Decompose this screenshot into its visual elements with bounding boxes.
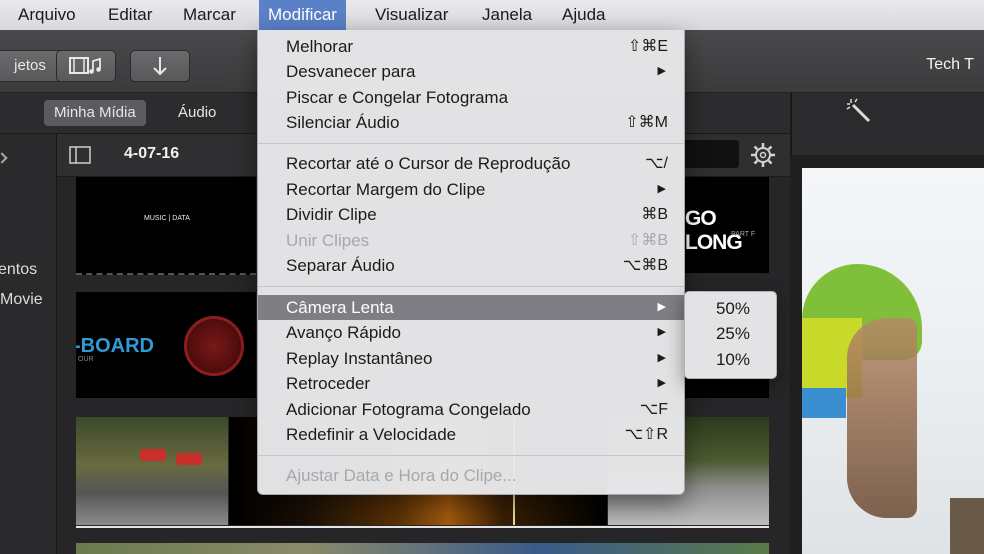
submenu-arrow-icon: ▶	[657, 301, 666, 313]
menu-separator	[258, 455, 684, 456]
video-viewer	[802, 168, 984, 554]
menu-item-ajustar-data-hora: Ajustar Data e Hora do Clipe...	[286, 466, 517, 485]
menu-item-avanco-rapido[interactable]: Avanço Rápido ▶	[258, 320, 684, 345]
menu-item-redefinir-velocidade[interactable]: Redefinir a Velocidade ⌥⇧R	[258, 422, 684, 447]
submenu-item-50[interactable]: 50%	[685, 296, 776, 321]
chevron-icon[interactable]	[0, 152, 8, 164]
film-music-icon	[69, 57, 101, 74]
clip-thumbnail[interactable]	[76, 417, 228, 525]
menu-bar: Arquivo Editar Marcar Modificar Visualiz…	[0, 0, 984, 31]
spectator	[950, 498, 984, 554]
submenu-arrow-icon: ▶	[657, 352, 666, 364]
clip-thumbnail[interactable]: -BOARD OUR	[76, 292, 256, 398]
cyclist-arm	[847, 318, 917, 518]
clip-subtitle-text: PART F	[731, 231, 756, 238]
menu-item-piscar-congelar[interactable]: Piscar e Congelar Fotograma	[258, 85, 684, 110]
logo-emblem	[184, 316, 244, 376]
menu-ajuda[interactable]: Ajuda	[553, 0, 614, 30]
tab-audio[interactable]: Áudio	[168, 100, 226, 126]
viewer-toolbar	[791, 93, 984, 155]
clip-title-text: -BOARD	[76, 335, 154, 357]
modificar-menu: Melhorar ⇧⌘E Desvanecer para ▶ Piscar e Co…	[257, 30, 685, 495]
menu-editar[interactable]: Editar	[99, 0, 161, 30]
clip-title-text: MUSIC | DATA	[144, 215, 190, 222]
arrow-down-icon	[153, 57, 167, 76]
menu-separator	[258, 143, 684, 144]
menu-visualizar[interactable]: Visualizar	[366, 0, 457, 30]
submenu-arrow-icon: ▶	[657, 326, 666, 338]
sidebar-item-events[interactable]: entos	[0, 261, 37, 279]
event-date: 4-07-16	[124, 145, 180, 162]
menu-item-replay-instantaneo[interactable]: Replay Instantâneo ▶	[258, 346, 684, 371]
submenu-item-10[interactable]: 10%	[685, 347, 776, 372]
submenu-item-25[interactable]: 25%	[685, 321, 776, 346]
menu-modificar[interactable]: Modificar	[259, 0, 346, 30]
menu-item-adicionar-fotograma[interactable]: Adicionar Fotograma Congelado ⌥F	[258, 397, 684, 422]
library-sidebar: entos Movie	[0, 134, 57, 554]
clip-title-text: GO LONG	[685, 207, 743, 254]
sidebar-toggle-icon[interactable]	[69, 146, 91, 164]
menu-item-retroceder[interactable]: Retroceder ▶	[258, 371, 684, 396]
gear-icon[interactable]	[749, 141, 777, 169]
clip-subtitle-text: OUR	[78, 356, 94, 363]
menu-item-camera-lenta[interactable]: Câmera Lenta ▶	[258, 295, 684, 320]
menu-janela[interactable]: Janela	[473, 0, 541, 30]
menu-item-recortar-cursor[interactable]: Recortar até o Cursor de Reprodução ⌥/	[258, 151, 684, 176]
clip-thumbnail[interactable]: MUSIC | DATA	[76, 177, 256, 275]
menu-arquivo[interactable]: Arquivo	[9, 0, 85, 30]
menu-item-melhorar[interactable]: Melhorar ⇧⌘E	[258, 34, 684, 59]
import-button[interactable]	[130, 50, 190, 82]
menu-item-desvanecer-para[interactable]: Desvanecer para ▶	[258, 59, 684, 84]
menu-item-dividir-clipe[interactable]: Dividir Clipe ⌘B	[258, 202, 684, 227]
skate-shoe	[140, 449, 166, 461]
clip-thumbnail[interactable]: GO LONG PART F	[683, 177, 769, 273]
clip-thumbnail[interactable]	[76, 543, 769, 554]
menu-marcar[interactable]: Marcar	[174, 0, 245, 30]
menu-item-recortar-margem[interactable]: Recortar Margem do Clipe ▶	[258, 177, 684, 202]
menu-item-separar-audio[interactable]: Separar Áudio ⌥⌘B	[258, 253, 684, 278]
magic-wand-icon[interactable]	[845, 97, 875, 127]
submenu-arrow-icon: ▶	[657, 377, 666, 389]
skate-shoe	[176, 453, 202, 465]
sidebar-item-movie[interactable]: Movie	[0, 291, 43, 309]
clip-divider	[76, 526, 769, 528]
submenu-arrow-icon: ▶	[657, 65, 666, 77]
menu-separator	[258, 286, 684, 287]
submenu-arrow-icon: ▶	[657, 183, 666, 195]
camera-lenta-submenu: 50% 25% 10%	[684, 291, 777, 379]
media-import-button[interactable]	[56, 50, 116, 82]
search-field[interactable]	[683, 140, 739, 168]
tab-minha-midia[interactable]: Minha Mídia	[44, 100, 146, 126]
menu-item-silenciar-audio[interactable]: Silenciar Áudio ⇧⌘M	[258, 110, 684, 135]
menu-item-unir-clipes: Unir Clipes ⇧⌘B	[286, 231, 668, 250]
cyclist-sleeve	[802, 388, 846, 418]
projects-button[interactable]: jetos	[0, 50, 64, 82]
project-title: Tech T	[926, 56, 974, 73]
